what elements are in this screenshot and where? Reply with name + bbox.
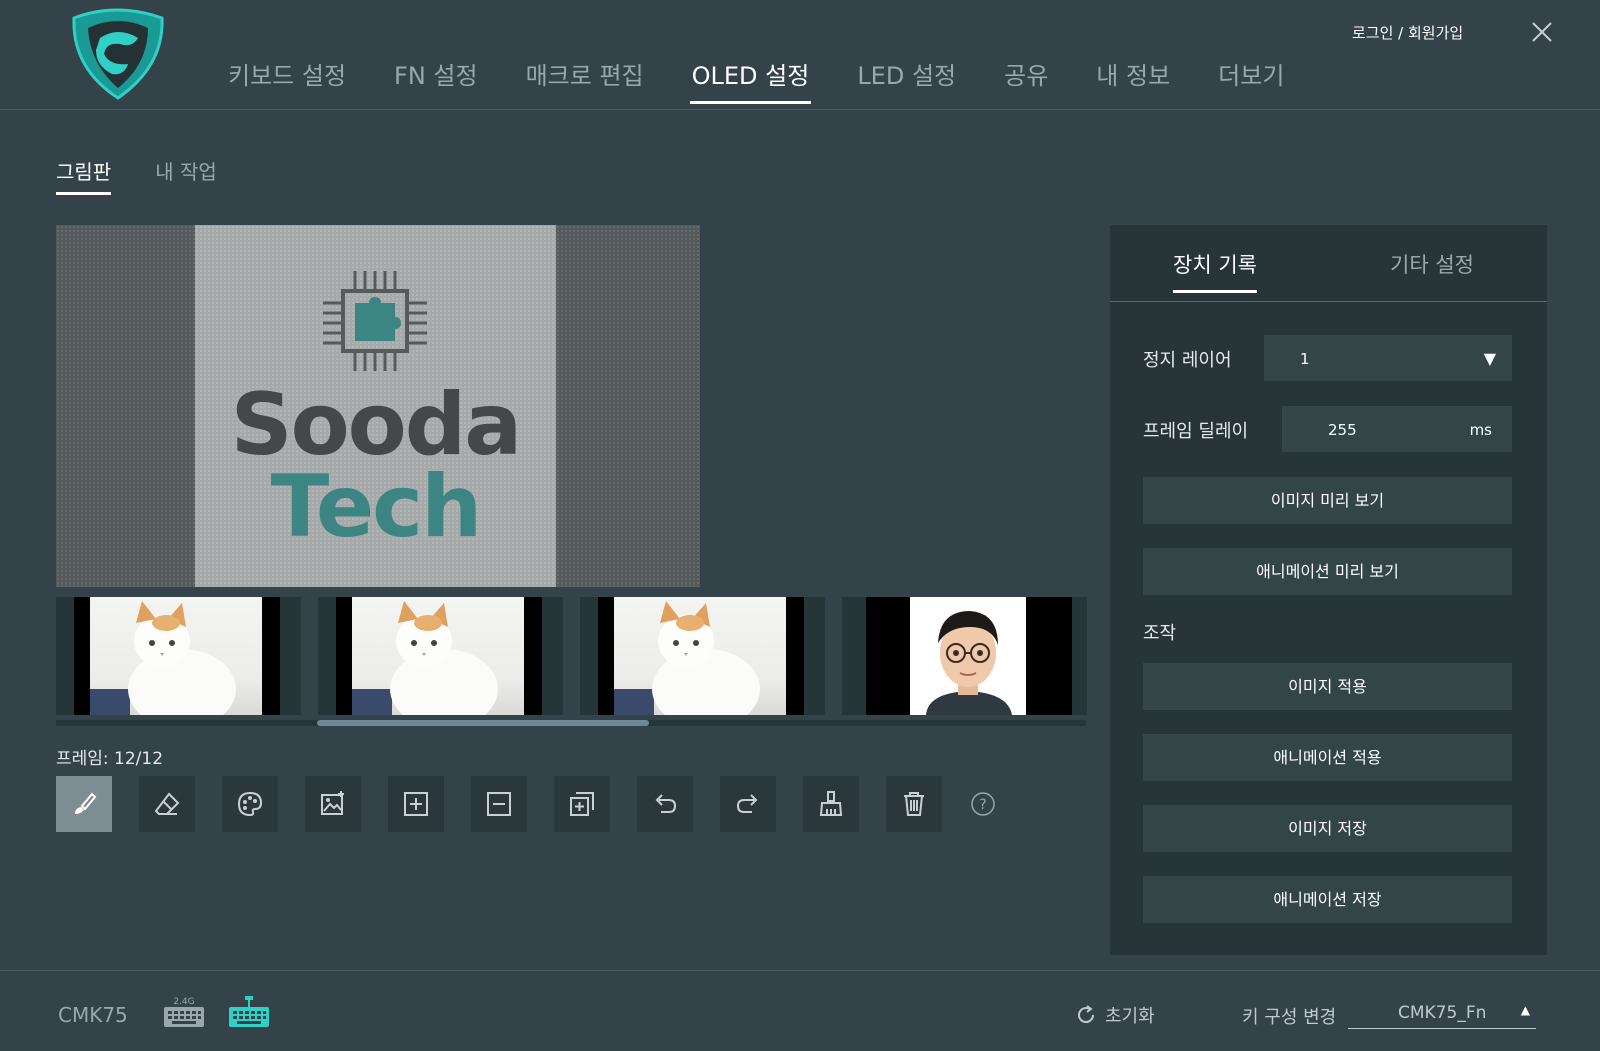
mode-24g-label: 2.4G [173,997,194,1007]
undo-icon [655,794,677,813]
remove-frame-icon [487,792,511,816]
main-nav: 키보드 설정 FN 설정 매크로 편집 OLED 설정 LED 설정 공유 내 … [226,50,1330,104]
tab-led-settings[interactable]: LED 설정 [855,50,958,103]
tab-share[interactable]: 공유 [1002,50,1050,103]
top-bar: 키보드 설정 FN 설정 매크로 편집 OLED 설정 LED 설정 공유 내 … [0,0,1600,110]
help-icon[interactable]: ? [969,790,997,818]
frame-thumbnail[interactable] [580,597,825,715]
cat-photo [90,601,236,715]
trash-icon [904,792,924,816]
apply-animation-button[interactable]: 애니메이션 적용 [1143,734,1512,781]
delete-frame-button[interactable] [886,776,942,832]
panel-tabs: 장치 기록 기타 설정 [1110,225,1547,302]
palette-button[interactable] [222,776,278,832]
frame-thumbnail[interactable] [318,597,563,715]
oled-canvas[interactable]: Sooda Tech [56,225,700,587]
cat-photo [614,601,760,715]
frame-image [74,597,280,715]
frame-delay-value: 255 [1328,421,1357,439]
apply-image-button[interactable]: 이미지 적용 [1143,663,1512,710]
filmstrip-scrollbar[interactable] [56,720,1086,726]
remove-frame-button[interactable] [471,776,527,832]
tab-more[interactable]: 더보기 [1216,50,1286,103]
tab-device-record[interactable]: 장치 기록 [1173,249,1257,293]
redo-button[interactable] [720,776,776,832]
frame-counter: 프레임: 12/12 [56,749,164,769]
canvas-image-area: Sooda Tech [195,225,556,587]
tab-fn-settings[interactable]: FN 설정 [392,50,480,103]
preview-animation-button[interactable]: 애니메이션 미리 보기 [1143,548,1512,595]
drawing-toolbar: ? [56,776,997,832]
caret-down-icon: ▼ [1483,349,1496,368]
key-config-value: CMK75_Fn [1398,1003,1487,1023]
eraser-icon [154,792,180,815]
keyboard-wired-icon[interactable] [227,995,271,1029]
frame-image [598,597,804,715]
reset-button[interactable]: 초기화 [1075,1002,1155,1028]
frame-filmstrip [56,597,1087,715]
brush-button[interactable] [56,776,112,832]
brush-icon [75,792,97,814]
device-name: CMK75 [58,1003,128,1027]
add-frame-icon [404,792,428,816]
frame-delay-unit: ms [1469,421,1492,439]
redo-icon [736,794,758,813]
tab-keyboard-settings[interactable]: 키보드 설정 [226,50,348,103]
frame-thumbnail[interactable] [56,597,301,715]
clear-brush-button[interactable] [803,776,859,832]
stop-layer-select[interactable]: 1 ▼ [1264,335,1512,381]
chip-puzzle-icon [323,271,427,371]
editor-subtabs: 그림판 내 작업 [56,156,261,195]
stop-layer-label: 정지 레이어 [1143,350,1232,371]
save-image-button[interactable]: 이미지 저장 [1143,805,1512,852]
svg-text:?: ? [979,797,986,813]
keyboard-2-4g-icon[interactable]: 2.4G [162,995,206,1029]
frame-delay-label: 프레임 딜레이 [1143,421,1249,442]
login-signup-link[interactable]: 로그인 / 회원가입 [1352,22,1463,43]
close-icon[interactable] [1530,20,1554,44]
add-frame-button[interactable] [388,776,444,832]
image-import-icon [321,791,344,815]
device-panel: 장치 기록 기타 설정 정지 레이어 1 ▼ 프레임 딜레이 255 ms 이미… [1110,225,1547,955]
reset-label: 초기화 [1105,1006,1155,1027]
image-import-button[interactable] [305,776,361,832]
frame-thumbnail[interactable] [842,597,1087,715]
avatar-photo [910,597,1026,715]
frame-image [866,597,1072,715]
filmstrip-scroll-thumb[interactable] [317,720,649,726]
clear-brush-icon [819,791,843,816]
save-animation-button[interactable]: 애니메이션 저장 [1143,876,1512,923]
undo-button[interactable] [637,776,693,832]
control-section-label: 조작 [1143,623,1177,644]
cat-photo [352,601,498,715]
duplicate-frame-icon [570,792,594,816]
snake-shield-logo [72,8,164,100]
key-config-select[interactable]: CMK75_Fn ▲ [1348,999,1536,1029]
status-bar: CMK75 2.4G 초기화 키 구성 변경 CMK75_Fn ▲ [0,970,1600,1051]
tab-drawing-board[interactable]: 그림판 [56,156,112,195]
preview-image-button[interactable]: 이미지 미리 보기 [1143,477,1512,524]
duplicate-frame-button[interactable] [554,776,610,832]
eraser-button[interactable] [139,776,195,832]
frame-image [336,597,542,715]
refresh-icon [1078,1005,1095,1024]
canvas-text-line2: Tech [270,457,483,557]
tab-my-info[interactable]: 내 정보 [1094,50,1172,103]
tab-oled-settings[interactable]: OLED 설정 [689,50,812,104]
tab-my-work[interactable]: 내 작업 [155,156,217,195]
stop-layer-value: 1 [1300,350,1310,368]
tab-macro-edit[interactable]: 매크로 편집 [524,50,646,103]
frame-delay-input[interactable]: 255 ms [1282,406,1512,452]
tab-other-settings[interactable]: 기타 설정 [1390,249,1474,293]
caret-up-icon: ▲ [1520,1003,1530,1017]
key-config-label: 키 구성 변경 [1242,1007,1337,1028]
palette-icon [237,791,263,817]
